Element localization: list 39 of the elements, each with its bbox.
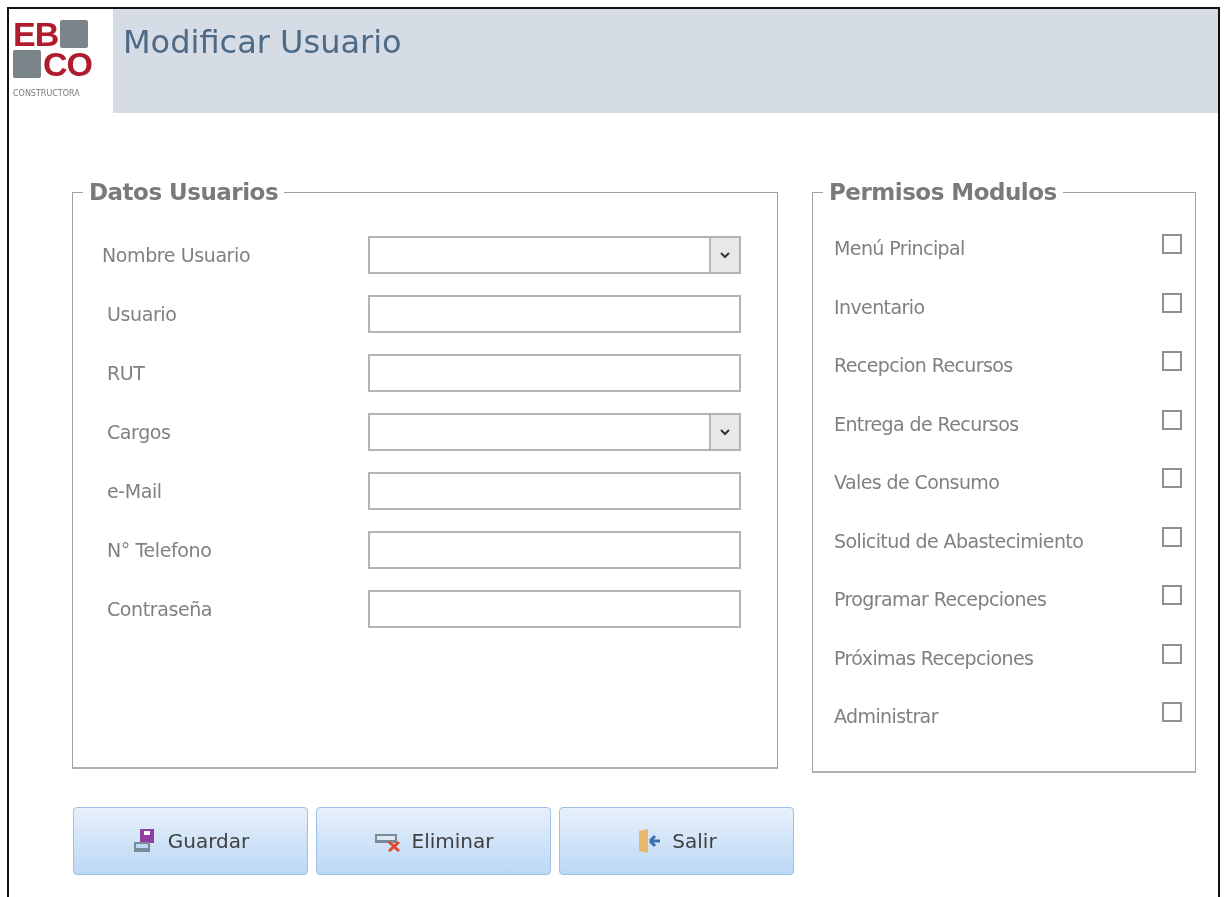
checkbox[interactable] — [1162, 292, 1182, 313]
window-title: Modificar Usuario — [123, 23, 402, 61]
checkbox[interactable] — [1162, 468, 1182, 488]
field-label: N° Telefono — [107, 539, 213, 561]
permission-label: Menú Principal — [834, 237, 965, 259]
permission-label: Programar Recepciones — [834, 588, 1047, 610]
field-label: Cargos — [107, 421, 172, 443]
permission-label: Administrar — [834, 705, 938, 727]
checkbox[interactable] — [1162, 643, 1182, 664]
exit-button[interactable]: Salir — [559, 807, 794, 875]
delete-button[interactable]: Eliminar — [316, 807, 551, 875]
field-label: Nombre Usuario — [102, 244, 252, 266]
permission-label: Inventario — [834, 295, 925, 318]
exit-door-icon — [636, 828, 663, 854]
group-title: Permisos Modulos — [828, 179, 1058, 205]
input-field[interactable] — [368, 472, 741, 510]
field-label: Contraseña — [107, 598, 214, 620]
permission-label: Próximas Recepciones — [834, 646, 1034, 669]
checkbox[interactable] — [1162, 351, 1182, 371]
input-field[interactable] — [368, 531, 741, 569]
input-field[interactable] — [368, 590, 741, 628]
input-field[interactable] — [368, 295, 741, 333]
permission-label: Recepcion Recursos — [834, 354, 1013, 376]
checkbox[interactable] — [1162, 409, 1182, 430]
dropdown-field[interactable] — [368, 236, 741, 274]
checkbox[interactable] — [1162, 234, 1182, 254]
input-field[interactable] — [368, 354, 741, 392]
checkbox[interactable] — [1162, 702, 1182, 722]
field-label: RUT — [107, 362, 146, 384]
checkbox[interactable] — [1162, 585, 1182, 605]
permission-label: Entrega de Recursos — [834, 412, 1019, 435]
group-title: Datos Usuarios — [88, 179, 280, 205]
save-button[interactable]: Guardar — [73, 807, 308, 875]
field-label: Usuario — [107, 303, 178, 325]
permission-label: Solicitud de Abastecimiento — [834, 529, 1084, 552]
field-label: e-Mail — [107, 480, 163, 502]
checkbox[interactable] — [1162, 526, 1182, 547]
dropdown-field[interactable] — [368, 413, 741, 451]
permission-label: Vales de Consumo — [834, 471, 1000, 493]
